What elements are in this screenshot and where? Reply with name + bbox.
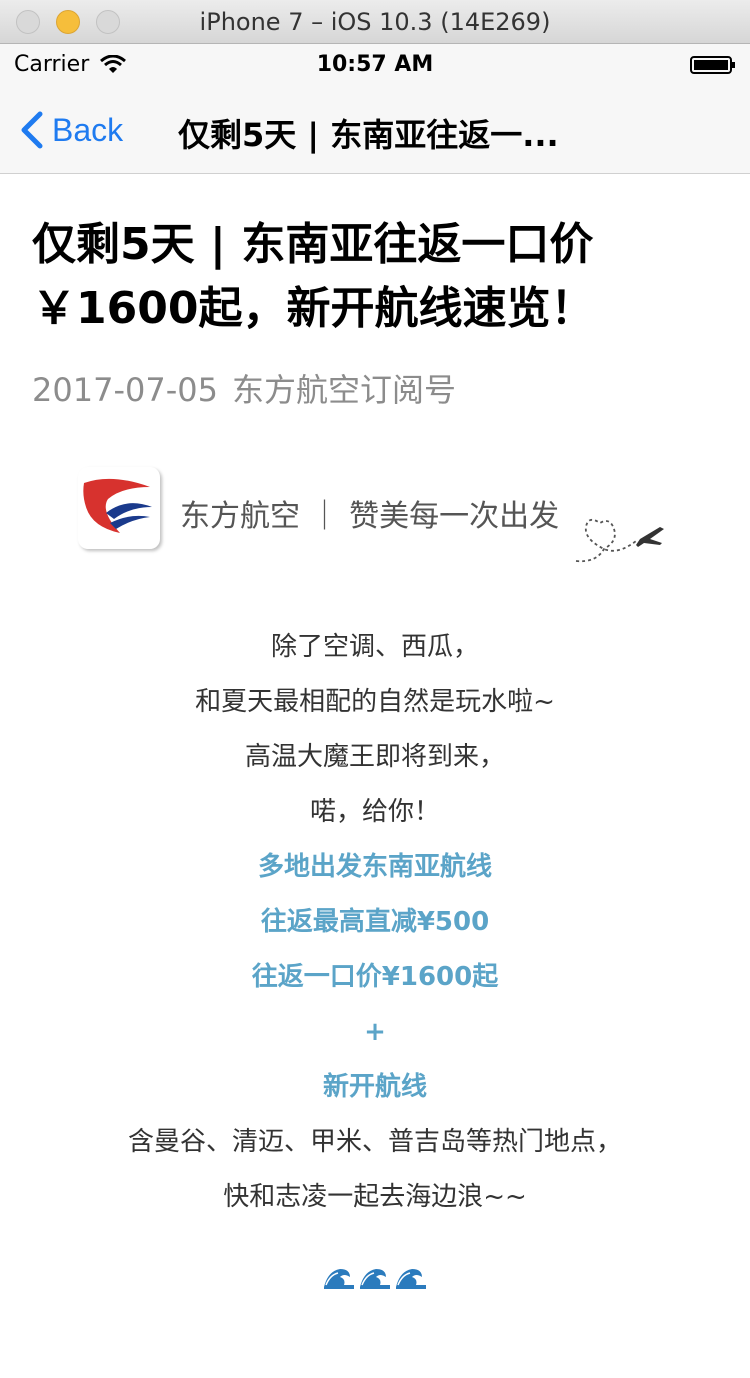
back-label: Back	[52, 111, 124, 148]
body-line: 含曼谷、清迈、甲米、普吉岛等热门地点，	[127, 1127, 622, 1157]
body-line: 快和志凌一起去海边浪~~	[223, 1182, 527, 1212]
body-line: 除了空调、西瓜，	[270, 632, 479, 662]
body-line: 和夏天最相配的自然是玩水啦~	[195, 687, 555, 717]
article-meta: 2017-07-05 东方航空订阅号	[32, 365, 456, 411]
highlight-line: +	[364, 1017, 386, 1047]
article-title: 仅剩5天 | 东南亚往返一口价 ￥1600起，新开航线速览！	[32, 219, 595, 334]
nav-title: 仅剩5天 | 东南亚往返一...	[178, 116, 559, 154]
battery-icon	[690, 56, 735, 74]
navigation-bar: Back 仅剩5天 | 东南亚往返一...	[0, 86, 750, 174]
window-title: iPhone 7 – iOS 10.3 (14E269)	[199, 8, 551, 36]
article-body: 除了空调、西瓜， 和夏天最相配的自然是玩水啦~ 高温大魔王即将到来， 喏，给你！ 多地出…	[0, 620, 750, 1225]
back-chevron-icon	[21, 111, 43, 149]
simulator-titlebar: iPhone 7 – iOS 10.3 (14E269)	[0, 0, 750, 44]
article-date: 2017-07-05	[32, 371, 218, 409]
china-eastern-logo-icon	[78, 467, 160, 549]
highlight-line: 往返一口价¥1600起	[251, 962, 499, 992]
status-time: 10:57 AM	[316, 52, 434, 77]
highlight-line: 往返最高直减¥500	[260, 907, 490, 937]
wave-emoji-row	[0, 1263, 750, 1298]
banner-slogan: 东方航空 ｜ 赞美每一次出发	[180, 499, 560, 534]
status-bar: Carrier 10:57 AM	[0, 44, 750, 86]
brand-banner: 东方航空 ｜ 赞美每一次出发	[78, 467, 678, 567]
highlight-line: 多地出发东南亚航线	[257, 852, 492, 882]
article-author-link[interactable]: 东方航空订阅号	[232, 371, 456, 409]
back-button[interactable]: Back	[18, 108, 123, 152]
article-view[interactable]: 仅剩5天 | 东南亚往返一口价 ￥1600起，新开航线速览！ 2017-07-0…	[0, 175, 750, 1378]
wave-icon	[324, 1269, 354, 1289]
body-line: 高温大魔王即将到来，	[244, 742, 505, 772]
heart-plane-icon	[575, 518, 664, 563]
wave-icon	[360, 1269, 390, 1289]
body-line: 喏，给你！	[309, 797, 440, 827]
wave-icon	[396, 1269, 426, 1289]
highlight-line: 新开航线	[322, 1072, 427, 1102]
